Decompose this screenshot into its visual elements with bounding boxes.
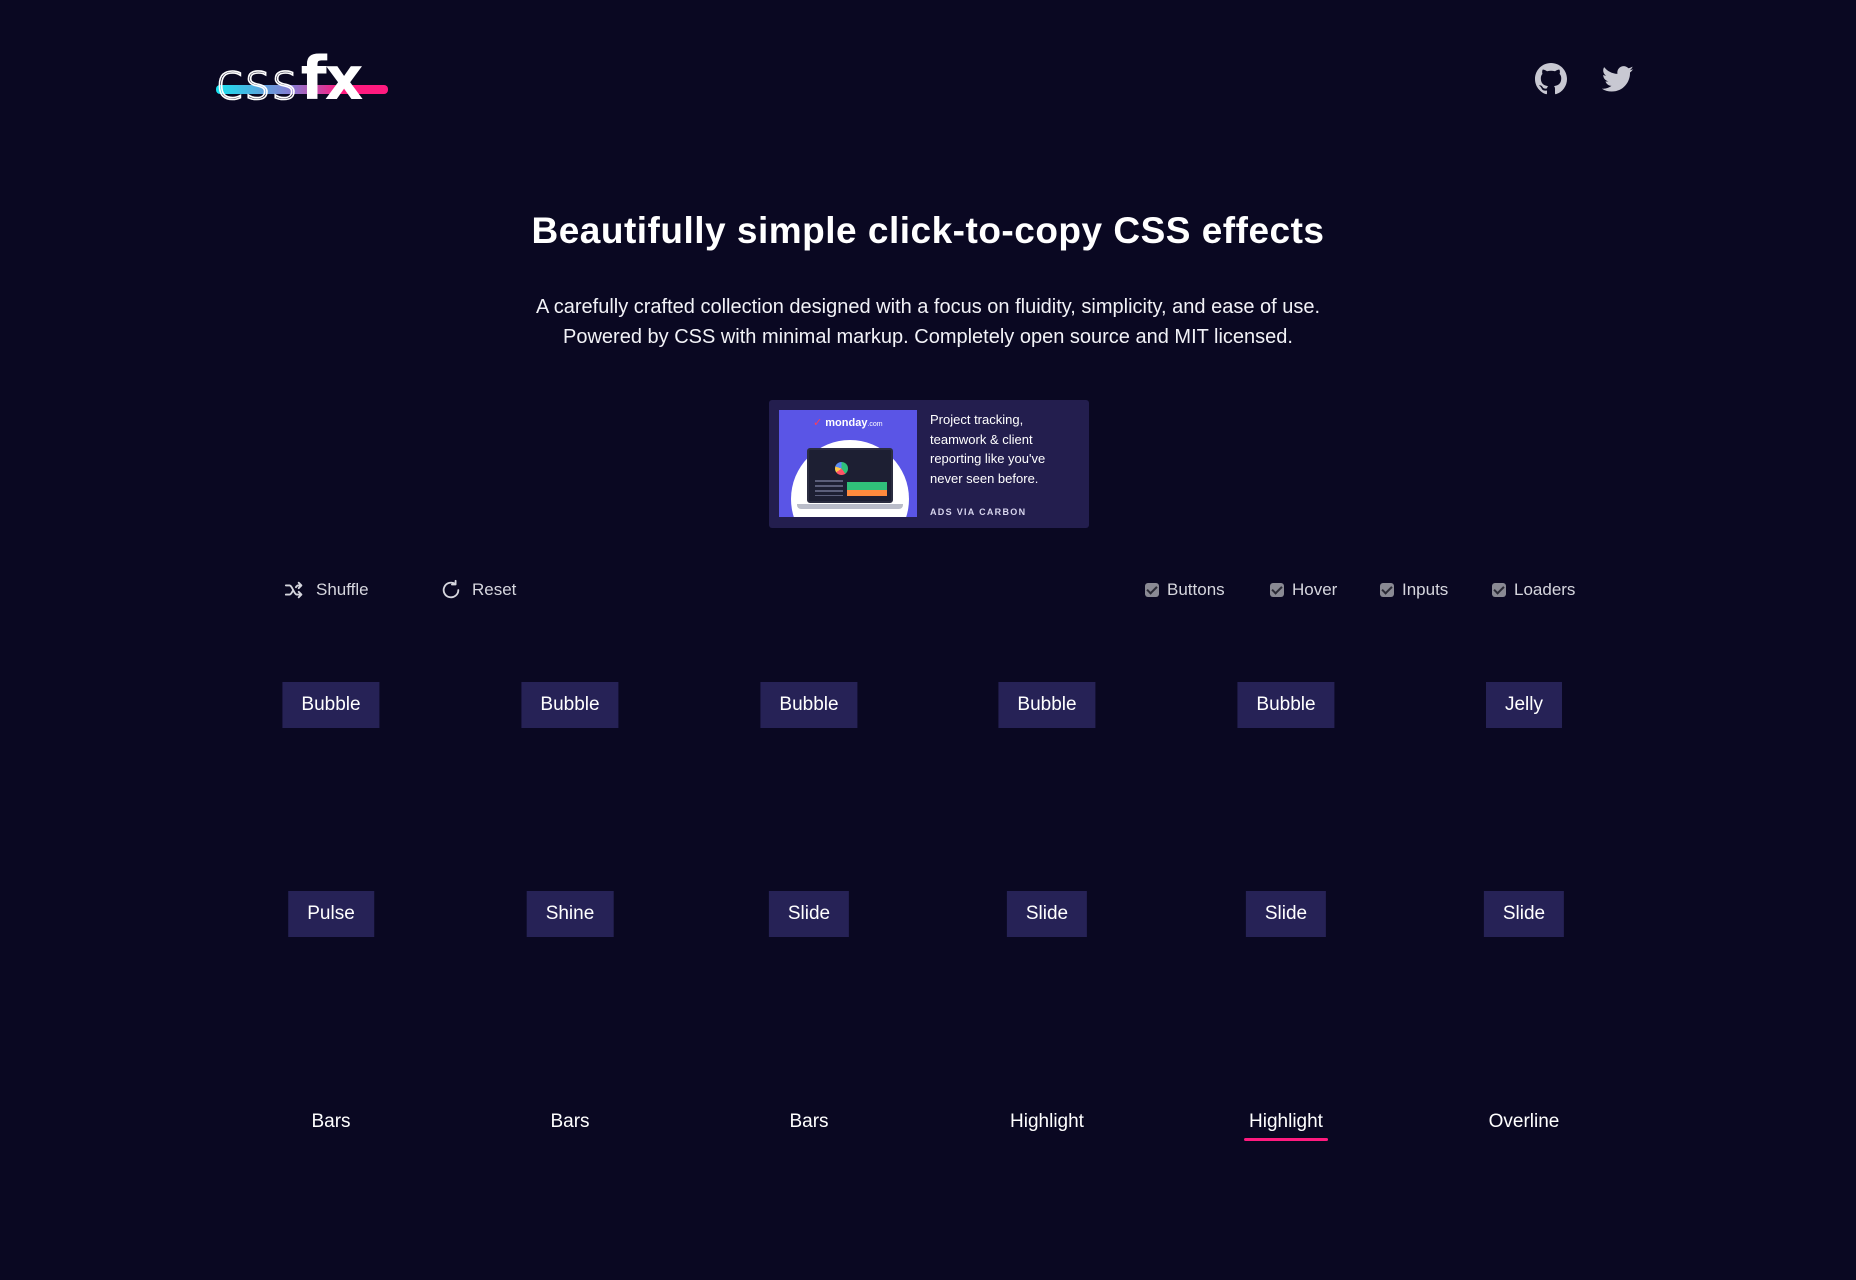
orange-bar-icon <box>847 490 887 496</box>
effect-slide-button[interactable]: Slide <box>1006 891 1088 937</box>
effect-bars-link[interactable]: Bars <box>550 1109 589 1135</box>
effect-highlight-link[interactable]: Highlight <box>1010 1109 1084 1135</box>
logo-css-text: css <box>215 52 299 112</box>
effect-highlight-link[interactable]: Highlight <box>1244 1109 1328 1141</box>
subtitle-line-2: Powered by CSS with minimal markup. Comp… <box>563 326 1293 348</box>
github-icon <box>1535 63 1567 95</box>
green-bar-icon <box>847 482 887 490</box>
effect-jelly-button[interactable]: Jelly <box>1485 682 1563 728</box>
effect-bars-link[interactable]: Bars <box>789 1109 828 1135</box>
carbon-ad[interactable]: ✓ monday.com Project tracking, teamwork … <box>769 400 1089 528</box>
page-subtitle: A carefully crafted collection designed … <box>0 292 1856 352</box>
effect-bubble-button[interactable]: Bubble <box>1237 682 1335 728</box>
ad-brand-logo: ✓ monday.com <box>813 417 883 429</box>
checkbox-checked-icon[interactable] <box>1492 583 1506 597</box>
effect-overline-link[interactable]: Overline <box>1489 1109 1560 1135</box>
cssfx-logo[interactable]: cssfx <box>215 44 390 114</box>
subtitle-line-1: A carefully crafted collection designed … <box>535 296 1321 318</box>
ad-brand-name: monday <box>825 417 868 429</box>
logo-text: cssfx <box>215 44 364 114</box>
ad-brand-suffix: .com <box>867 421 883 428</box>
filter-label: Hover <box>1292 580 1338 599</box>
filter-label: Inputs <box>1402 580 1449 599</box>
pie-chart-icon <box>835 462 848 475</box>
shuffle-label: Shuffle <box>316 580 369 599</box>
filter-label: Loaders <box>1514 580 1576 599</box>
effect-slide-button[interactable]: Slide <box>768 891 850 937</box>
effect-bars-link[interactable]: Bars <box>311 1109 350 1135</box>
checkbox-checked-icon[interactable] <box>1145 583 1159 597</box>
filter-label: Buttons <box>1167 580 1225 599</box>
shuffle-icon <box>284 581 303 599</box>
filter-loaders-checkbox[interactable]: Loaders <box>1492 577 1575 603</box>
filter-buttons-checkbox[interactable]: Buttons <box>1145 577 1225 603</box>
shuffle-button[interactable]: Shuffle <box>284 577 369 603</box>
github-link[interactable] <box>1534 62 1568 96</box>
filter-hover-checkbox[interactable]: Hover <box>1270 577 1337 603</box>
list-lines-icon <box>815 480 843 496</box>
logo-fx-text: fx <box>300 44 364 114</box>
effect-slide-button[interactable]: Slide <box>1483 891 1565 937</box>
effect-slide-button[interactable]: Slide <box>1245 891 1327 937</box>
twitter-link[interactable] <box>1601 62 1635 96</box>
checkbox-checked-icon[interactable] <box>1380 583 1394 597</box>
ad-text[interactable]: Project tracking, teamwork & client repo… <box>930 410 1080 488</box>
laptop-base <box>797 504 903 509</box>
ads-via-carbon-link[interactable]: ADS VIA CARBON <box>930 507 1026 517</box>
effect-shine-button[interactable]: Shine <box>526 891 614 937</box>
laptop-illustration <box>807 448 893 503</box>
effect-pulse-button[interactable]: Pulse <box>288 891 374 937</box>
reset-button[interactable]: Reset <box>440 577 516 603</box>
effect-bubble-button[interactable]: Bubble <box>998 682 1096 728</box>
page-title: Beautifully simple click-to-copy CSS eff… <box>531 210 1325 251</box>
ad-image[interactable]: ✓ monday.com <box>779 410 917 517</box>
effect-bubble-button[interactable]: Bubble <box>760 682 858 728</box>
page: cssfx Beautifully simple click-to-copy C… <box>0 0 1856 1280</box>
reset-icon <box>442 579 460 599</box>
effect-bubble-button[interactable]: Bubble <box>282 682 380 728</box>
filter-inputs-checkbox[interactable]: Inputs <box>1380 577 1448 603</box>
checkbox-checked-icon[interactable] <box>1270 583 1284 597</box>
effect-bubble-button[interactable]: Bubble <box>521 682 619 728</box>
twitter-icon <box>1602 66 1634 92</box>
reset-label: Reset <box>472 580 517 599</box>
